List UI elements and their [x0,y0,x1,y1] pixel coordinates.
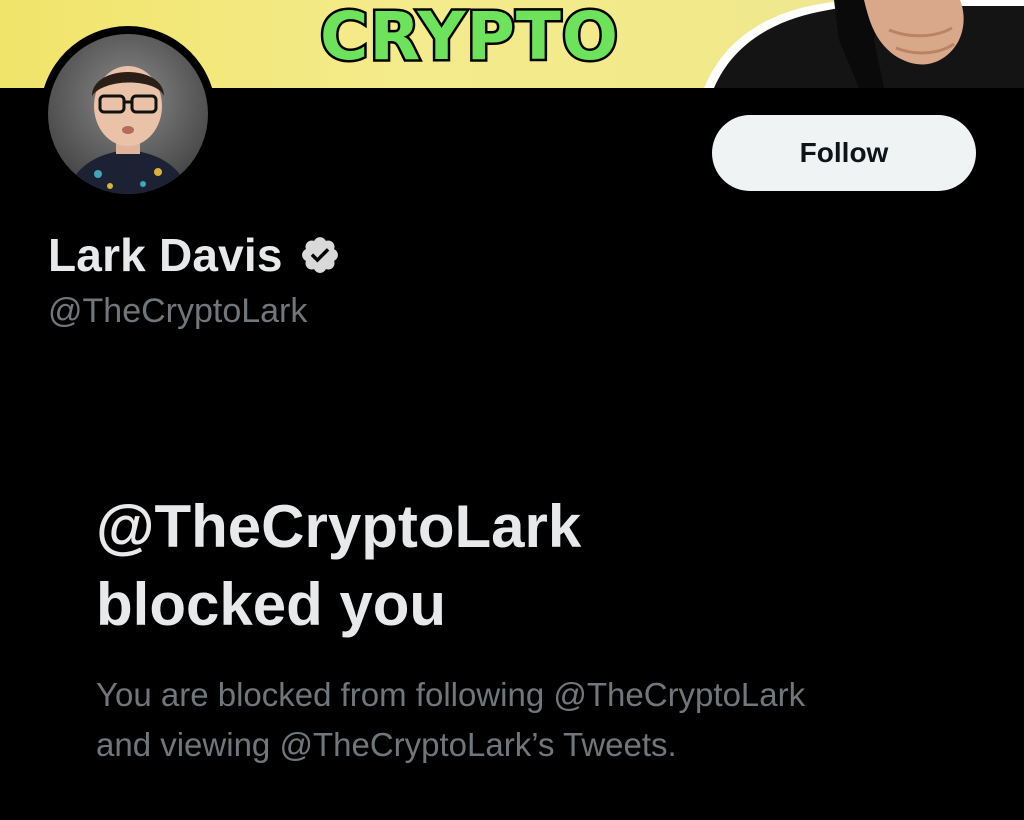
profile-handle: @TheCryptoLark [48,292,308,330]
follow-button[interactable]: Follow [712,115,976,191]
banner-word: CRYPTO [318,0,621,78]
blocked-description-line1: You are blocked from following @TheCrypt… [96,676,806,713]
avatar[interactable] [40,26,216,202]
banner-person-image [704,0,1024,88]
display-name: Lark Davis [48,229,283,281]
blocked-description-line2: and viewing @TheCryptoLark’s Tweets. [96,726,677,763]
blocked-title-line1: @TheCryptoLark [96,493,582,560]
name-row: Lark Davis [48,222,341,288]
blocked-title-line2: blocked you [96,571,447,638]
blocked-description: You are blocked from following @TheCrypt… [96,670,976,770]
verified-badge-icon [299,234,341,276]
avatar-photo [48,34,208,194]
profile-page: CRYPTO Follow Lark Davis @TheCryptoLark … [0,0,1024,820]
blocked-title: @TheCryptoLark blocked you [96,488,956,644]
